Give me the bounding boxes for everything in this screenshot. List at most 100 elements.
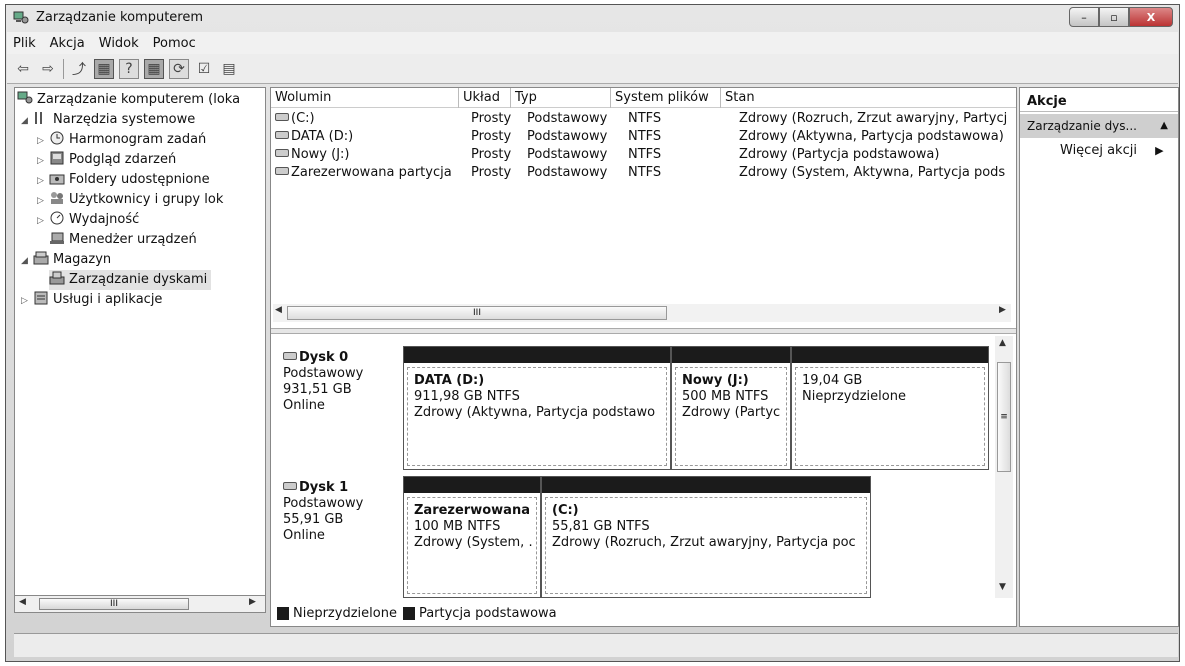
menu-pomoc[interactable]: Pomoc (153, 36, 196, 51)
drive-icon (275, 131, 289, 139)
tree-item-podglad[interactable]: ▷ Podgląd zdarzeń (37, 150, 176, 170)
scroll-right-icon[interactable]: ▶ (249, 597, 256, 607)
scroll-thumb[interactable]: III (287, 306, 667, 320)
action-zarzadzanie-dyskami[interactable]: Zarządzanie dys... ▲ (1020, 114, 1178, 138)
more-actions-link[interactable]: Więcej akcji ▶ (1060, 140, 1164, 162)
disk-view-vertical-scrollbar[interactable]: ▲ ≡ ▼ (995, 336, 1013, 598)
expanded-arrow-icon[interactable]: ◢ (21, 111, 33, 131)
console-tree: Zarządzanie komputerem (loka ◢ Narzędzia … (14, 87, 266, 613)
collapsed-arrow-icon[interactable]: ▷ (37, 171, 49, 191)
toolbar-separator (63, 58, 64, 79)
scroll-thumb[interactable]: ≡ (997, 362, 1011, 472)
disk-0-info[interactable]: Dysk 0 Podstawowy 931,51 GB Online (283, 350, 393, 414)
show-hide-action-pane-icon[interactable]: ▦ (144, 58, 164, 79)
partition-bar (792, 347, 988, 363)
scroll-left-icon[interactable]: ◀ (275, 305, 282, 315)
menu-plik[interactable]: Plik (13, 36, 36, 51)
tree-item-foldery[interactable]: ▷ Foldery udostępnione (37, 170, 210, 190)
refresh-icon[interactable]: ⟳ (169, 58, 189, 79)
collapse-arrow-icon[interactable]: ▲ (1160, 114, 1168, 138)
shared-folder-icon (49, 174, 65, 185)
menu-akcja[interactable]: Akcja (50, 36, 85, 51)
partition-c[interactable]: (C:) 55,81 GB NTFS Zdrowy (Rozruch, Zrzu… (541, 476, 871, 598)
unallocated-space[interactable]: 19,04 GB Nieprzydzielone (791, 346, 989, 470)
forward-icon[interactable]: ⇨ (38, 59, 58, 79)
column-uklad[interactable]: Układ (459, 88, 511, 108)
event-viewer-icon (50, 151, 64, 165)
scroll-thumb[interactable]: III (39, 598, 189, 610)
tools-icon (35, 112, 42, 124)
title-bar[interactable]: Zarządzanie komputerem – ▫ X (6, 5, 1179, 32)
tree-item-uslugi[interactable]: ▷ Usługi i aplikacje (21, 290, 162, 310)
disk-1-info[interactable]: Dysk 1 Podstawowy 55,91 GB Online (283, 480, 393, 544)
volume-row[interactable]: (C:) Prosty Podstawowy NTFS Zdrowy (Rozr… (271, 110, 1016, 127)
storage-icon (33, 251, 49, 265)
tree-horizontal-scrollbar[interactable]: ◀ III ▶ (14, 595, 266, 613)
minimize-button[interactable]: – (1069, 7, 1099, 27)
performance-icon (50, 211, 64, 225)
collapsed-arrow-icon[interactable]: ▷ (37, 131, 49, 151)
collapsed-arrow-icon[interactable]: ▷ (37, 191, 49, 211)
tree-item-magazyn[interactable]: ◢ Magazyn (21, 250, 111, 270)
collapsed-arrow-icon[interactable]: ▷ (37, 151, 49, 171)
tree-item-harmonogram[interactable]: ▷ Harmonogram zadań (37, 130, 206, 150)
volume-row[interactable]: Nowy (J:) Prosty Podstawowy NTFS Zdrowy … (271, 146, 1016, 163)
close-button[interactable]: X (1129, 7, 1173, 27)
computer-management-window: Zarządzanie komputerem – ▫ X Plik Akcja … (5, 4, 1180, 662)
maximize-button[interactable]: ▫ (1099, 7, 1129, 27)
volume-list-horizontal-scrollbar[interactable]: ◀ III ▶ (273, 304, 1011, 322)
partition-reserved[interactable]: Zarezerwowana 100 MB NTFS Zdrowy (System… (403, 476, 541, 598)
collapsed-arrow-icon[interactable]: ▷ (21, 291, 33, 311)
tree-item-menedzer[interactable]: Menedżer urządzeń (49, 230, 197, 250)
column-stan[interactable]: Stan (721, 88, 1016, 108)
partition-bar (404, 477, 540, 493)
scroll-right-icon[interactable]: ▶ (999, 305, 1006, 315)
disk-management-pane: Wolumin Układ Typ System plików Stan (C:… (270, 87, 1017, 627)
settings-icon[interactable]: ▤ (219, 59, 239, 79)
pane-splitter[interactable] (271, 328, 1016, 334)
collapsed-arrow-icon[interactable]: ▷ (37, 211, 49, 231)
tree-item-narzedzia[interactable]: ◢ Narzędzia systemowe (21, 110, 195, 130)
drive-icon (275, 167, 289, 175)
submenu-arrow-icon: ▶ (1155, 144, 1164, 157)
drive-icon (275, 113, 289, 121)
column-typ[interactable]: Typ (511, 88, 611, 108)
services-icon (34, 291, 48, 305)
column-system-plikow[interactable]: System plików (611, 88, 721, 108)
disk-management-icon (49, 271, 65, 285)
partition-data-d[interactable]: DATA (D:) 911,98 GB NTFS Zdrowy (Aktywna… (403, 346, 671, 470)
tree-root[interactable]: Zarządzanie komputerem (loka (17, 90, 240, 110)
expanded-arrow-icon[interactable]: ◢ (21, 251, 33, 271)
drive-icon (275, 149, 289, 157)
back-icon[interactable]: ⇦ (13, 59, 33, 79)
show-hide-console-tree-icon[interactable]: ▦ (94, 58, 114, 79)
disk-icon (283, 482, 297, 490)
partition-bar (672, 347, 790, 363)
scroll-down-icon[interactable]: ▼ (999, 582, 1006, 592)
partition-bar (542, 477, 870, 493)
scroll-up-icon[interactable]: ▲ (999, 338, 1006, 348)
actions-pane: Akcje Zarządzanie dys... ▲ Więcej akcji … (1019, 87, 1179, 627)
tree-item-uzytkownicy[interactable]: ▷ Użytkownicy i grupy lok (37, 190, 223, 210)
partition-nowy-j[interactable]: Nowy (J:) 500 MB NTFS Zdrowy (Partyc (671, 346, 791, 470)
legend: Nieprzydzielone Partycja podstawowa (277, 606, 557, 621)
volume-row[interactable]: DATA (D:) Prosty Podstawowy NTFS Zdrowy … (271, 128, 1016, 145)
menu-widok[interactable]: Widok (99, 36, 139, 51)
menu-bar: Plik Akcja Widok Pomoc (7, 32, 1178, 54)
help-icon[interactable]: ? (119, 58, 139, 79)
legend-primary-partition: Partycja podstawowa (418, 606, 557, 621)
legend-swatch-primary (402, 607, 415, 620)
tree-item-zarzadzanie-dyskami[interactable]: Zarządzanie dyskami (49, 270, 212, 290)
status-bar (14, 633, 1178, 657)
scroll-left-icon[interactable]: ◀ (19, 597, 26, 607)
properties-icon[interactable]: ☑ (194, 59, 214, 79)
volume-row[interactable]: Zarezerwowana partycja Prosty Podstawowy… (271, 164, 1016, 181)
column-wolumin[interactable]: Wolumin (271, 88, 459, 108)
minimize-icon: – (1081, 10, 1087, 24)
close-icon: X (1146, 10, 1156, 24)
up-icon[interactable]: ⤴ (69, 59, 89, 79)
tree-item-wydajnosc[interactable]: ▷ Wydajność (37, 210, 139, 230)
clock-icon (50, 131, 64, 145)
actions-header: Akcje (1020, 88, 1178, 112)
window-title: Zarządzanie komputerem (36, 10, 204, 25)
